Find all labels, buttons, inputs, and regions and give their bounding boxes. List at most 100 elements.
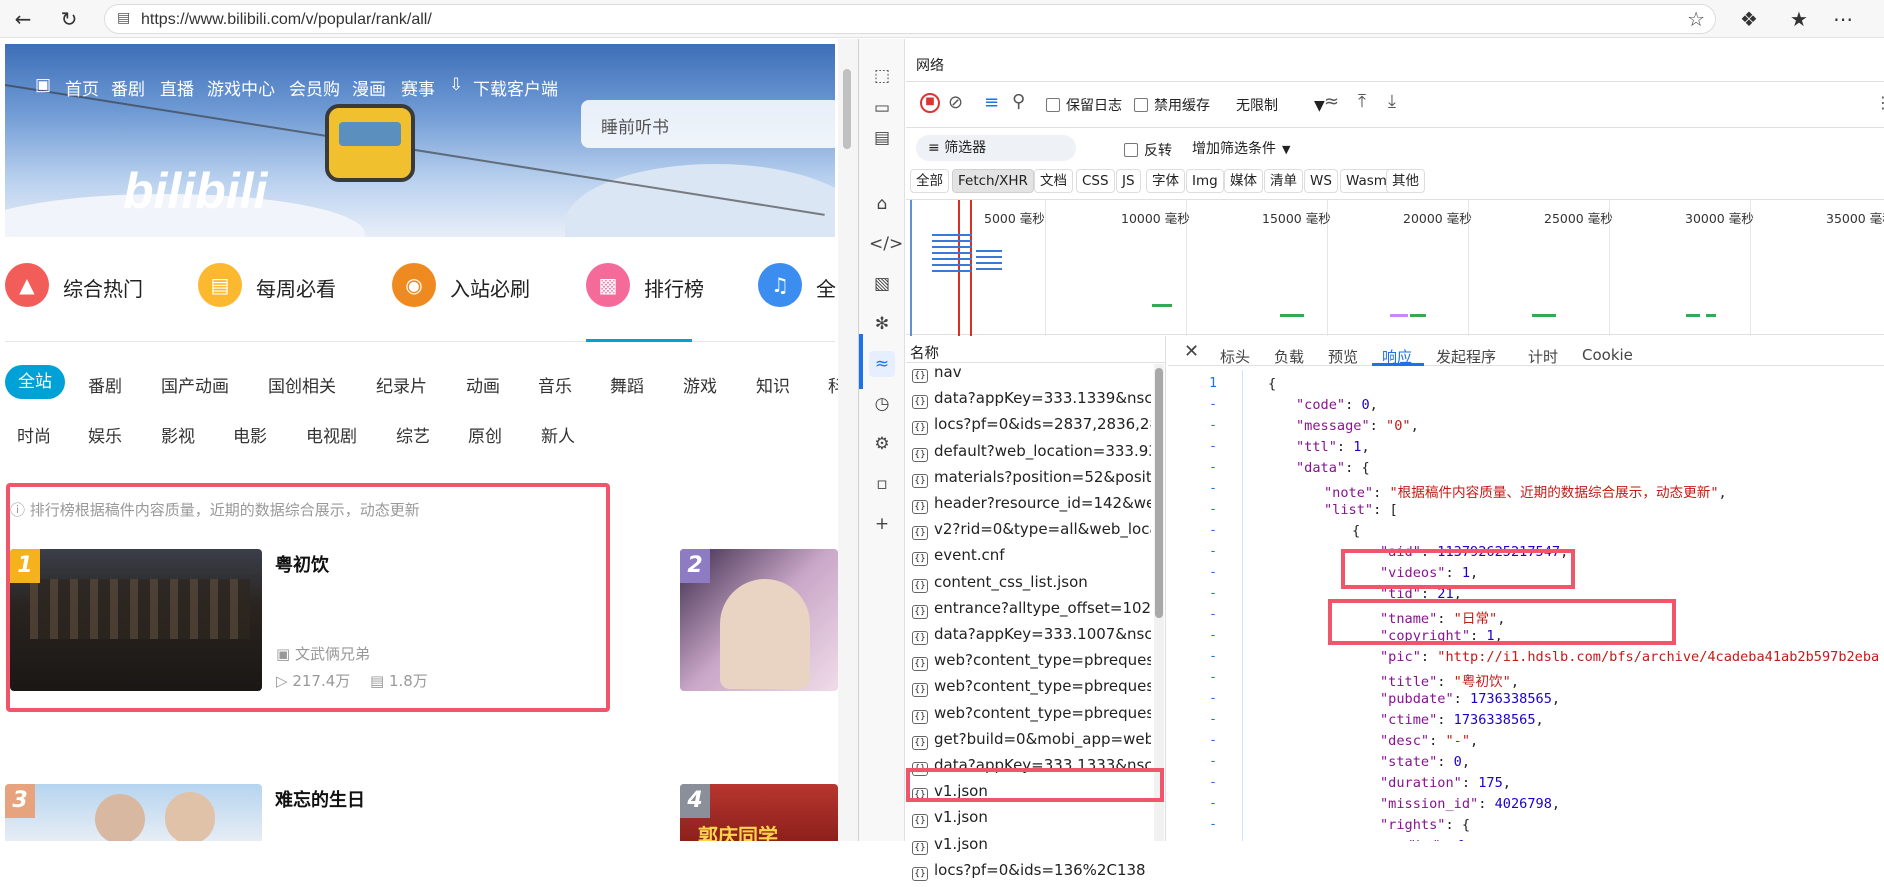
tab-initiator[interactable]: 发起程序 <box>1436 346 1496 367</box>
nav-manga[interactable]: 漫画 <box>352 75 386 100</box>
network-overview-timeline[interactable]: 5000 毫秒 10000 毫秒 15000 毫秒 20000 毫秒 25000… <box>906 199 1884 336</box>
tag-film-tv[interactable]: 影视 <box>161 422 195 447</box>
tag-tv-series[interactable]: 电视剧 <box>306 422 357 447</box>
tag-newcomer[interactable]: 新人 <box>541 422 575 447</box>
home-icon[interactable]: ▣ <box>35 75 51 95</box>
back-icon[interactable]: ← <box>10 6 36 32</box>
console-icon[interactable]: ▧ <box>869 271 895 297</box>
request-row[interactable]: {} v1.json <box>906 835 1151 861</box>
type-all[interactable]: 全部 <box>910 169 949 193</box>
favorite-star-icon[interactable]: ☆ <box>1687 7 1705 31</box>
request-row[interactable]: {} locs?pf=0&ids=136%2C138 <box>906 861 1151 887</box>
name-column-header[interactable]: 名称 <box>910 342 939 363</box>
video-title[interactable]: 粤初饮 <box>275 551 329 577</box>
request-row[interactable]: {} v2?rid=0&type=all&web_locat... <box>906 520 1151 546</box>
inspect-icon[interactable]: ⬚ <box>869 63 895 89</box>
performance-icon[interactable]: ◷ <box>869 391 895 417</box>
request-row[interactable]: {} header?resource_id=142&web... <box>906 494 1151 520</box>
record-stop-icon[interactable]: ■ <box>920 93 940 113</box>
tag-music[interactable]: 音乐 <box>538 372 572 397</box>
nav-esports[interactable]: 赛事 <box>401 75 435 100</box>
video-thumbnail[interactable]: 郭庆同学 4 <box>680 784 838 841</box>
reload-icon[interactable]: ↻ <box>56 6 82 32</box>
site-info-icon[interactable]: ▤ <box>117 10 130 26</box>
search-icon[interactable]: ⚲ <box>1012 91 1025 112</box>
invert-checkbox[interactable]: 反转 <box>1124 140 1172 160</box>
request-row[interactable]: {} nav <box>906 363 1151 389</box>
tag-fashion[interactable]: 时尚 <box>17 422 51 447</box>
type-wasm[interactable]: Wasm <box>1340 169 1393 193</box>
window-icon[interactable]: ▤ <box>869 125 895 151</box>
type-manifest[interactable]: 清单 <box>1264 169 1303 193</box>
memory-icon[interactable]: ⚙ <box>869 431 895 457</box>
request-row[interactable]: {} data?appKey=333.1007&nsco... <box>906 625 1151 651</box>
video-thumbnail[interactable]: 1 <box>10 549 262 691</box>
nav-download-client[interactable]: 下载客户端 <box>473 75 558 100</box>
scrollbar-thumb[interactable] <box>1155 368 1163 618</box>
checkbox-icon[interactable] <box>1124 143 1138 157</box>
clear-icon[interactable]: ⊘ <box>948 92 963 113</box>
favorites-icon[interactable]: ★ <box>1786 6 1812 32</box>
more-filters-dropdown[interactable]: 增加筛选条件 ▼ <box>1192 138 1290 158</box>
extensions-icon[interactable]: ❖ <box>1736 6 1762 32</box>
type-other[interactable]: 其他 <box>1386 169 1425 193</box>
request-row[interactable]: {} web?content_type=pbrequest... <box>906 704 1151 730</box>
address-bar[interactable]: ▤ https://www.bilibili.com/v/popular/ran… <box>104 4 1716 34</box>
request-row[interactable]: {} v1.json <box>906 808 1151 834</box>
more-tools-icon[interactable]: + <box>869 511 895 537</box>
device-icon[interactable]: ▭ <box>869 95 895 121</box>
checkbox-icon[interactable] <box>1046 98 1060 112</box>
nav-bangumi[interactable]: 番剧 <box>111 75 145 100</box>
request-row[interactable]: {} web?content_type=pbrequest... <box>906 677 1151 703</box>
tab-preview[interactable]: 预览 <box>1328 346 1358 367</box>
filter-icon[interactable]: ≡ <box>984 92 999 113</box>
more-icon[interactable]: ⋮ <box>1875 93 1884 112</box>
request-row[interactable]: {} materials?position=52&positi... <box>906 468 1151 494</box>
search-input[interactable]: 睡前听书 <box>581 100 835 148</box>
nav-mall[interactable]: 会员购 <box>289 75 340 100</box>
tab-headers[interactable]: 标头 <box>1220 346 1250 367</box>
tag-bangumi[interactable]: 番剧 <box>88 372 122 397</box>
disable-cache-checkbox[interactable]: 禁用缓存 <box>1134 95 1210 115</box>
type-img[interactable]: Img <box>1186 169 1224 193</box>
tag-game[interactable]: 游戏 <box>683 372 717 397</box>
throttling-select[interactable]: 无限制 ▼ <box>1236 95 1325 115</box>
download-icon[interactable]: ⇩ <box>449 75 463 95</box>
export-icon[interactable]: ⤓ <box>1388 91 1396 112</box>
import-icon[interactable]: ⤒ <box>1358 91 1366 112</box>
type-doc[interactable]: 文档 <box>1034 169 1073 193</box>
request-row[interactable]: {} locs?pf=0&ids=2837,2836,287... <box>906 415 1151 441</box>
uploader[interactable]: ▣ 文武俩兄弟 <box>276 643 370 664</box>
type-media[interactable]: 媒体 <box>1224 169 1263 193</box>
type-js[interactable]: JS <box>1116 169 1141 193</box>
tag-all[interactable]: 全站 <box>5 365 65 399</box>
bilibili-logo[interactable]: bilibili <box>123 162 267 220</box>
elements-icon[interactable]: </> <box>869 231 903 257</box>
tab-cookies[interactable]: Cookie <box>1582 346 1633 364</box>
request-row[interactable]: {} web?content_type=pbrequest... <box>906 651 1151 677</box>
nav-live[interactable]: 直播 <box>160 75 194 100</box>
tag-movie[interactable]: 电影 <box>233 422 267 447</box>
tab-payload[interactable]: 负载 <box>1274 346 1304 367</box>
page-scrollbar[interactable] <box>838 39 858 841</box>
request-row[interactable]: {} get?build=0&mobi_app=web... <box>906 730 1151 756</box>
type-ws[interactable]: WS <box>1304 169 1338 193</box>
tag-animation[interactable]: 动画 <box>466 372 500 397</box>
sources-bug-icon[interactable]: ✻ <box>869 311 895 337</box>
nav-home[interactable]: 首页 <box>65 75 99 100</box>
video-title[interactable]: 难忘的生日 <box>275 786 365 812</box>
video-thumbnail[interactable]: 3 <box>5 784 262 841</box>
tag-dance[interactable]: 舞蹈 <box>610 372 644 397</box>
preserve-log-checkbox[interactable]: 保留日志 <box>1046 95 1122 115</box>
request-row[interactable]: {} event.cnf <box>906 546 1151 572</box>
scrollbar-thumb[interactable] <box>843 69 851 149</box>
type-font[interactable]: 字体 <box>1146 169 1185 193</box>
network-wifi-icon[interactable]: ≈ <box>869 351 895 377</box>
checkbox-icon[interactable] <box>1134 98 1148 112</box>
tag-knowledge[interactable]: 知识 <box>756 372 790 397</box>
tab-timing[interactable]: 计时 <box>1528 346 1558 367</box>
tag-original[interactable]: 原创 <box>468 422 502 447</box>
request-row[interactable]: {} entrance?alltype_offset=10206... <box>906 599 1151 625</box>
more-menu-icon[interactable]: ⋯ <box>1830 6 1856 32</box>
tag-documentary[interactable]: 纪录片 <box>376 372 427 397</box>
